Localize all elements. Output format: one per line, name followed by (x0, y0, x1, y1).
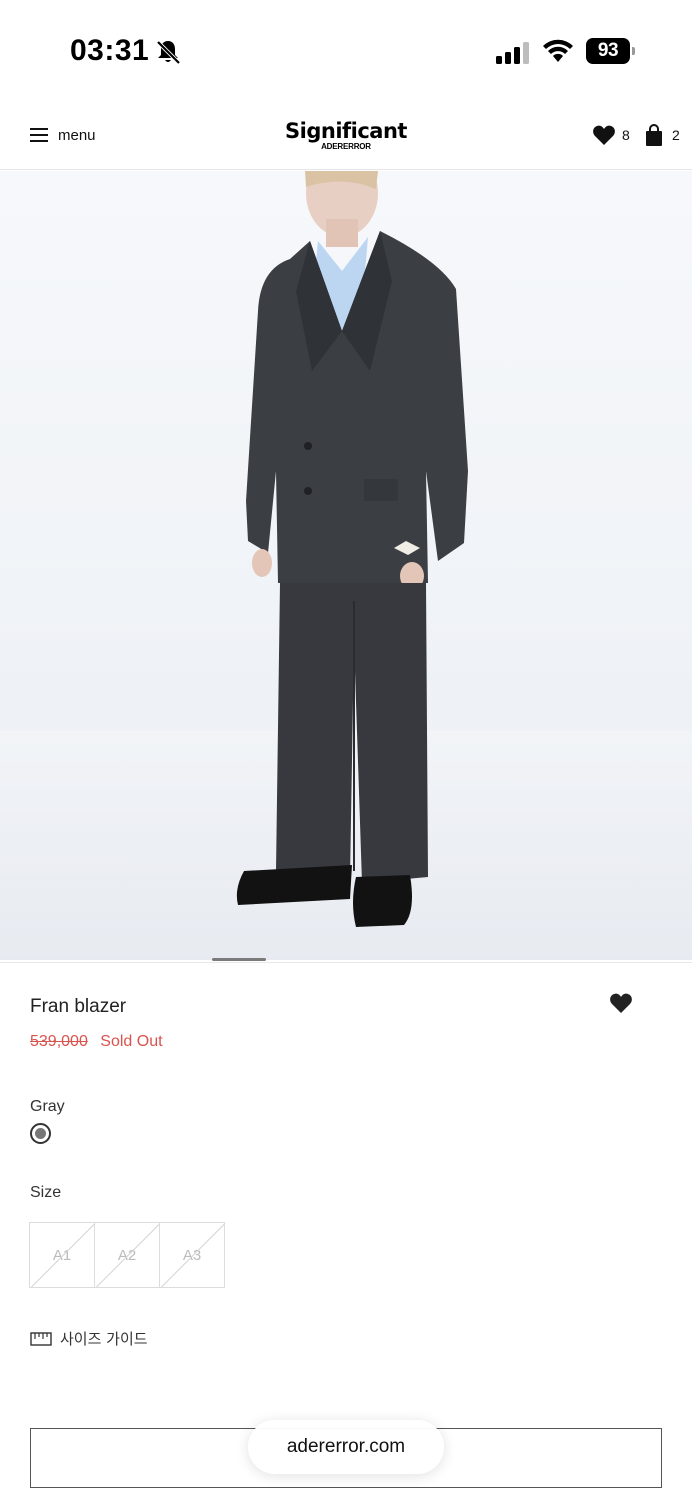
logo-sub-text: ADERERROR (321, 142, 371, 151)
hamburger-icon (30, 128, 48, 142)
logo-main-text: Significant (285, 119, 407, 143)
browser-url-bar[interactable]: adererror.com (248, 1420, 444, 1474)
cart-count: 2 (672, 127, 680, 143)
color-swatch-gray[interactable] (30, 1123, 51, 1144)
shopping-bag-icon (646, 124, 662, 146)
battery-level: 93 (586, 38, 630, 64)
model-photo (0, 171, 692, 960)
size-label: Size (30, 1184, 62, 1201)
size-option-a2[interactable]: A2 (94, 1222, 160, 1288)
product-image[interactable] (0, 171, 692, 960)
color-label: Gray (30, 1098, 65, 1115)
cart-link[interactable]: 2 (644, 122, 680, 148)
brand-logo[interactable]: Significant ADERERROR (270, 120, 422, 151)
status-bar: 03:31 93 (0, 0, 692, 100)
bell-muted-icon (156, 40, 181, 65)
add-to-wishlist-heart-icon[interactable] (609, 992, 633, 1014)
size-options: A1 A2 A3 (29, 1222, 225, 1288)
sold-out-badge: Sold Out (100, 1033, 163, 1050)
ruler-icon (30, 1331, 52, 1346)
size-guide-label: 사이즈 가이드 (60, 1330, 148, 1348)
cellular-signal-icon (496, 42, 529, 64)
original-price: 539,000 (30, 1033, 88, 1050)
menu-label: menu (58, 126, 96, 144)
size-option-a1[interactable]: A1 (29, 1222, 95, 1288)
carousel-indicator (212, 958, 266, 961)
wishlist-count: 8 (622, 127, 630, 143)
price-row: 539,000 Sold Out (30, 1033, 163, 1051)
size-option-a3[interactable]: A3 (159, 1222, 225, 1288)
size-guide-link[interactable]: 사이즈 가이드 (30, 1328, 148, 1349)
wifi-icon (543, 39, 573, 62)
menu-button[interactable]: menu (30, 122, 96, 148)
battery-icon: 93 (586, 38, 636, 64)
site-header: menu Significant ADERERROR 8 2 (0, 100, 692, 170)
wishlist-link[interactable]: 8 (592, 122, 630, 148)
product-name: Fran blazer (30, 996, 127, 1017)
heart-icon (593, 125, 615, 145)
status-time: 03:31 (70, 34, 150, 67)
divider (0, 962, 692, 963)
